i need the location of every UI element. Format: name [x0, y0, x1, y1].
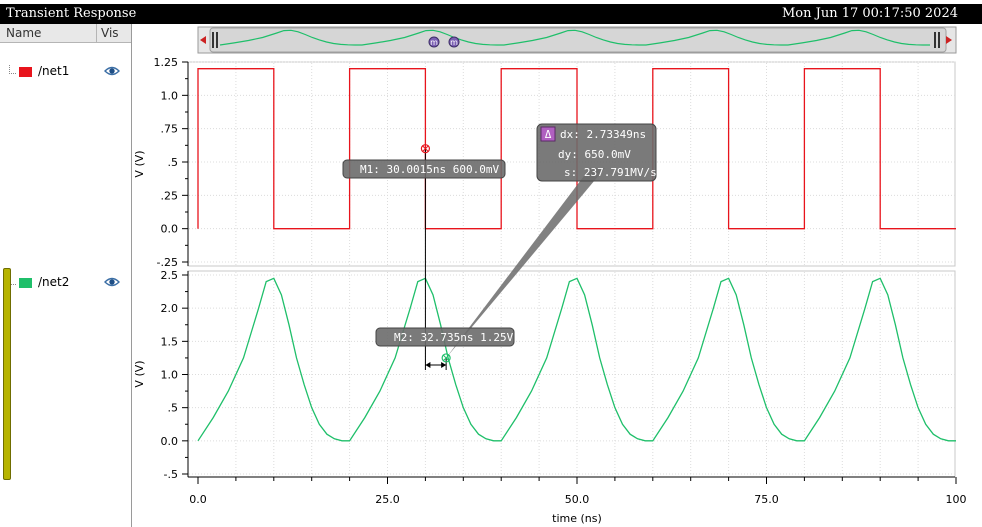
x-axis-label: time (ns) — [552, 512, 602, 525]
svg-text:s: 237.791MV/s: s: 237.791MV/s — [564, 166, 657, 179]
y-tick-label: 1.0 — [161, 369, 179, 382]
y-tick-label: 1.0 — [161, 89, 179, 102]
x-tick-label: 0.0 — [189, 493, 207, 506]
marker-m1-label[interactable]: M1: 30.0015ns 600.0mV — [342, 159, 506, 179]
y-tick-label: 2.5 — [161, 269, 179, 282]
strip-2-y-axis-label: V (V) — [133, 360, 146, 387]
svg-text:dx: 2.73349ns: dx: 2.73349ns — [560, 128, 646, 141]
y-tick-label: 2.0 — [161, 302, 179, 315]
waveform-chart: m m 1.25 1.0 .75 .5 .25 0.0 -.25 2.5 2.0 1.5 1.0.… — [133, 26, 967, 525]
y-tick-label: .5 — [168, 402, 179, 415]
y-tick-label: 1.25 — [154, 56, 179, 69]
x-tick-label: 50.0 — [565, 493, 590, 506]
y-tick-label: -.5 — [164, 468, 178, 481]
svg-text:M1: 30.0015ns 600.0mV: M1: 30.0015ns 600.0mV — [360, 163, 499, 176]
strip-1-y-axis-label: V (V) — [133, 150, 146, 177]
x-tick-label: 75.0 — [754, 493, 779, 506]
svg-text:M2: 32.735ns 1.25V: M2: 32.735ns 1.25V — [394, 331, 514, 344]
x-tick-label: 25.0 — [375, 493, 400, 506]
overview-marker-m1-icon[interactable]: m — [428, 36, 440, 48]
y-tick-label: 0.0 — [161, 435, 179, 448]
y-tick-label: .75 — [161, 123, 179, 136]
svg-text:Δ: Δ — [545, 128, 552, 141]
strip-1-y-ticks: 1.25 1.0 .75 .5 .25 0.0 -.25 — [154, 56, 188, 269]
y-tick-label: .5 — [168, 156, 179, 169]
x-tick-label: 100 — [946, 493, 967, 506]
marker-m2-label[interactable]: M2: 32.735ns 1.25V — [375, 327, 515, 347]
y-tick-label: 0.0 — [161, 223, 179, 236]
delta-callout-box[interactable]: Δ dx: 2.73349ns dy: 650.0mV s: 237.791MV… — [536, 123, 657, 182]
x-axis-ticks: 0.0 25.0 50.0 75.0 100 — [189, 477, 967, 506]
svg-text:dy: 650.0mV: dy: 650.0mV — [558, 148, 631, 161]
svg-text:m: m — [450, 38, 458, 47]
overview-scrollbar[interactable]: m m — [197, 26, 957, 54]
y-tick-label: -.25 — [157, 256, 178, 269]
strip-2-y-ticks: 2.5 2.0 1.5 1.0 .5 0.0 -.5 — [161, 269, 188, 481]
svg-text:m: m — [430, 38, 438, 47]
overview-marker-m2-icon[interactable]: m — [448, 36, 460, 48]
y-tick-label: .25 — [161, 189, 179, 202]
y-tick-label: 1.5 — [161, 335, 179, 348]
